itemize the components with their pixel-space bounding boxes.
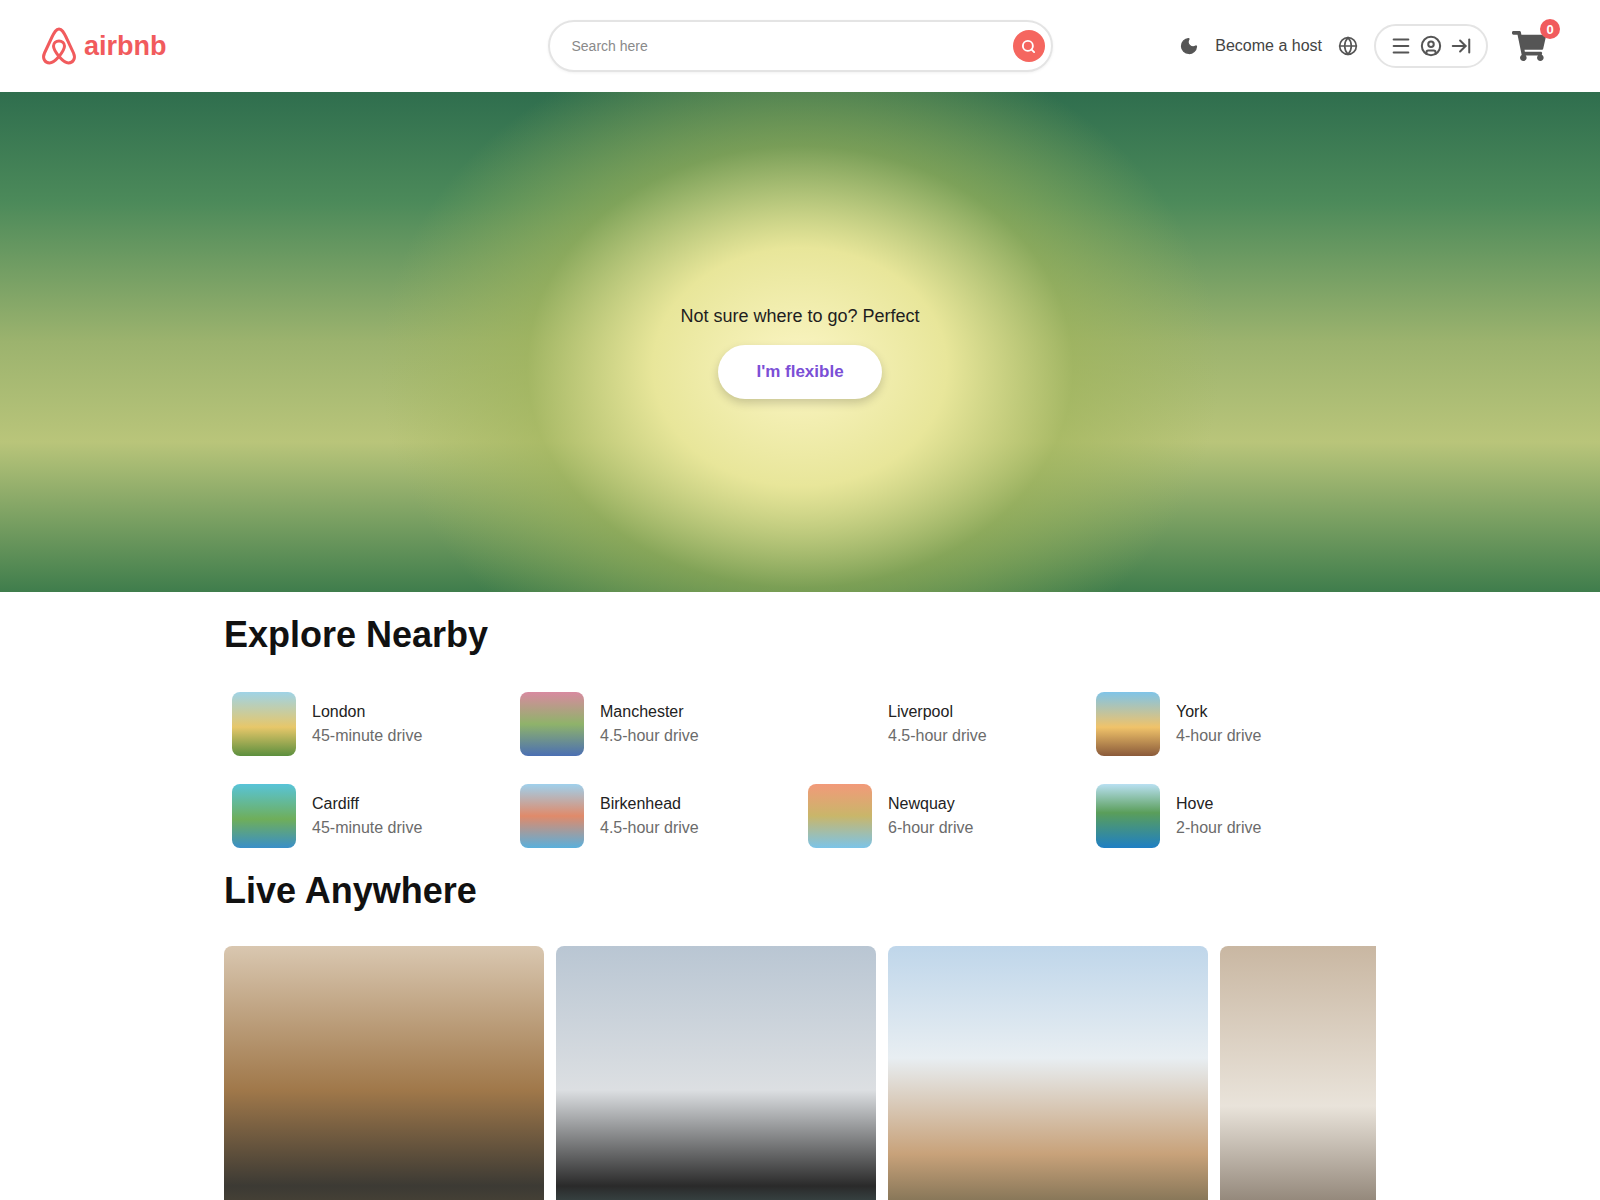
nearby-text: Birkenhead 4.5-hour drive [600,795,699,837]
nearby-text: Liverpool 4.5-hour drive [888,703,987,745]
search-button[interactable] [1013,30,1045,62]
nearby-drive: 45-minute drive [312,727,422,745]
nearby-thumbnail [1096,784,1160,848]
nearby-drive: 6-hour drive [888,819,973,837]
nearby-item[interactable]: Birkenhead 4.5-hour drive [520,784,808,848]
nearby-thumbnail [232,692,296,756]
nearby-text: Newquay 6-hour drive [888,795,973,837]
nearby-name: Hove [1176,795,1261,813]
nearby-drive: 4.5-hour drive [600,819,699,837]
explore-section: Explore Nearby London 45-minute drive Manch… [224,614,1376,848]
live-title: Live Anywhere [224,870,1376,912]
nearby-item[interactable]: Cardiff 45-minute drive [232,784,520,848]
nearby-drive: 4.5-hour drive [888,727,987,745]
live-cards [224,946,1376,1200]
logo-text: airbnb [84,31,167,62]
nearby-grid: London 45-minute drive Manchester 4.5-hour … [224,692,1376,848]
menu-icon [1390,35,1412,57]
become-host-link[interactable]: Become a host [1215,37,1322,55]
flexible-button[interactable]: I'm flexible [718,345,882,399]
logo[interactable]: airbnb [40,26,548,66]
user-menu[interactable] [1374,24,1488,68]
nearby-item[interactable]: Manchester 4.5-hour drive [520,692,808,756]
moon-icon[interactable] [1179,36,1199,56]
explore-title: Explore Nearby [224,614,1376,656]
nearby-text: London 45-minute drive [312,703,422,745]
search-input[interactable] [570,37,1005,55]
nearby-name: Newquay [888,795,973,813]
nearby-name: London [312,703,422,721]
nearby-thumbnail [520,692,584,756]
nearby-name: Cardiff [312,795,422,813]
nearby-item[interactable]: Liverpool 4.5-hour drive [808,692,1096,756]
live-card[interactable] [888,946,1208,1200]
nearby-text: Manchester 4.5-hour drive [600,703,699,745]
user-icon [1420,35,1442,57]
globe-icon[interactable] [1338,36,1358,56]
nearby-text: Hove 2-hour drive [1176,795,1261,837]
nearby-drive: 2-hour drive [1176,819,1261,837]
live-section: Live Anywhere [224,870,1376,1200]
nearby-thumbnail [808,784,872,848]
hero-text: Not sure where to go? Perfect [680,306,919,327]
search-bar [548,20,1053,72]
nearby-text: York 4-hour drive [1176,703,1261,745]
nearby-drive: 4.5-hour drive [600,727,699,745]
nearby-thumbnail [520,784,584,848]
live-card[interactable] [556,946,876,1200]
cart[interactable]: 0 [1512,29,1546,63]
page: airbnb Become a host 0 Not sure where to go… [0,0,1600,1200]
header: airbnb Become a host 0 [0,0,1600,92]
nearby-drive: 45-minute drive [312,819,422,837]
nearby-thumbnail [1096,692,1160,756]
nav: Become a host 0 [1179,24,1560,68]
nearby-name: Manchester [600,703,699,721]
nearby-item[interactable]: Hove 2-hour drive [1096,784,1384,848]
hero: Not sure where to go? Perfect I'm flexibl… [0,92,1600,592]
nearby-name: Liverpool [888,703,987,721]
nearby-name: York [1176,703,1261,721]
live-card[interactable] [224,946,544,1200]
live-card[interactable] [1220,946,1376,1200]
cart-badge: 0 [1540,19,1560,39]
nearby-item[interactable]: London 45-minute drive [232,692,520,756]
nearby-name: Birkenhead [600,795,699,813]
nearby-item[interactable]: York 4-hour drive [1096,692,1384,756]
nearby-drive: 4-hour drive [1176,727,1261,745]
nearby-thumbnail [808,692,872,756]
logout-icon [1450,35,1472,57]
nearby-item[interactable]: Newquay 6-hour drive [808,784,1096,848]
airbnb-logo-icon [40,26,78,66]
search-icon [1021,39,1036,54]
nearby-text: Cardiff 45-minute drive [312,795,422,837]
nearby-thumbnail [232,784,296,848]
